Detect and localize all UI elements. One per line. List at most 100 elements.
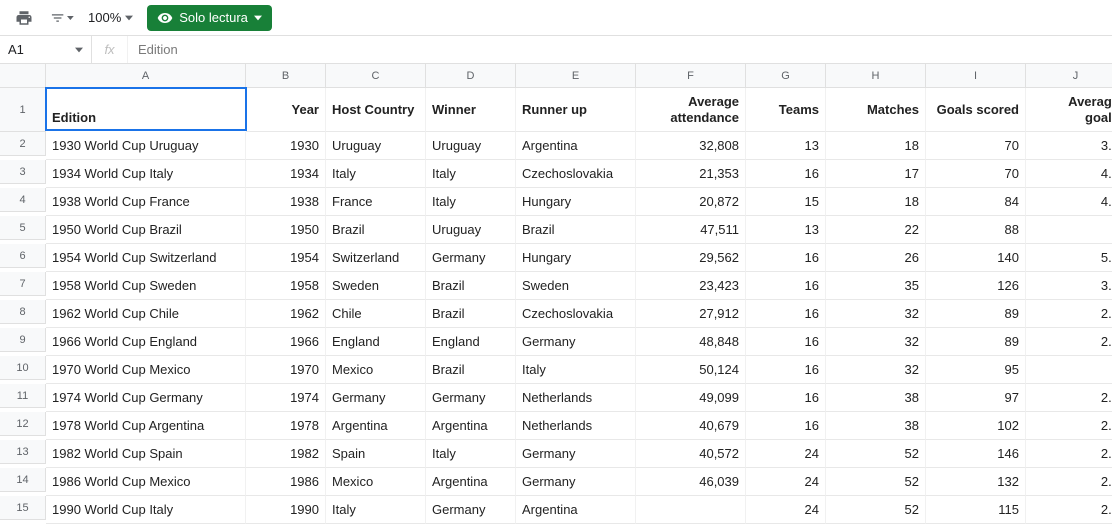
header-cell[interactable]: Host Country bbox=[326, 88, 426, 132]
cell[interactable]: Germany bbox=[516, 468, 636, 496]
cell[interactable]: 1938 bbox=[246, 188, 326, 216]
cell[interactable]: England bbox=[326, 328, 426, 356]
select-all-corner[interactable] bbox=[0, 64, 46, 88]
row-header[interactable]: 10 bbox=[0, 356, 46, 380]
column-header[interactable]: A bbox=[46, 64, 246, 88]
cell[interactable]: 50,124 bbox=[636, 356, 746, 384]
cell[interactable]: 1970 World Cup Mexico bbox=[46, 356, 246, 384]
cell[interactable]: Mexico bbox=[326, 356, 426, 384]
header-cell[interactable]: Teams bbox=[746, 88, 826, 132]
column-header[interactable]: F bbox=[636, 64, 746, 88]
cell[interactable]: Italy bbox=[426, 188, 516, 216]
cell[interactable]: Mexico bbox=[326, 468, 426, 496]
cell[interactable]: Brazil bbox=[426, 300, 516, 328]
cell[interactable]: Hungary bbox=[516, 244, 636, 272]
header-cell[interactable]: Average goals bbox=[1026, 88, 1112, 132]
cell[interactable]: 1978 bbox=[246, 412, 326, 440]
cell[interactable]: Brazil bbox=[326, 216, 426, 244]
cell[interactable]: Brazil bbox=[516, 216, 636, 244]
row-header[interactable]: 5 bbox=[0, 216, 46, 240]
cell[interactable]: 32 bbox=[826, 356, 926, 384]
cell[interactable]: England bbox=[426, 328, 516, 356]
cell[interactable]: Chile bbox=[326, 300, 426, 328]
cell[interactable]: 18 bbox=[826, 132, 926, 160]
cell[interactable]: 1954 bbox=[246, 244, 326, 272]
readonly-button[interactable]: Solo lectura bbox=[147, 5, 272, 31]
cell[interactable]: 23,423 bbox=[636, 272, 746, 300]
cell[interactable]: Italy bbox=[426, 160, 516, 188]
header-cell[interactable]: Year bbox=[246, 88, 326, 132]
row-header[interactable]: 4 bbox=[0, 188, 46, 212]
cell[interactable]: 47,511 bbox=[636, 216, 746, 244]
cell[interactable]: 1954 World Cup Switzerland bbox=[46, 244, 246, 272]
cell[interactable]: Uruguay bbox=[326, 132, 426, 160]
zoom-selector[interactable]: 100% bbox=[88, 10, 133, 25]
cell[interactable]: 3 bbox=[1026, 356, 1112, 384]
cell[interactable]: 70 bbox=[926, 160, 1026, 188]
cell[interactable]: 16 bbox=[746, 412, 826, 440]
cell[interactable]: 1966 World Cup England bbox=[46, 328, 246, 356]
cell[interactable]: 18 bbox=[826, 188, 926, 216]
cell[interactable]: 20,872 bbox=[636, 188, 746, 216]
cell[interactable]: 140 bbox=[926, 244, 1026, 272]
cell[interactable]: 13 bbox=[746, 216, 826, 244]
cell[interactable]: Brazil bbox=[426, 272, 516, 300]
cell[interactable]: 1970 bbox=[246, 356, 326, 384]
spreadsheet-grid[interactable]: ABCDEFGHIJ1EditionYearHost CountryWinner… bbox=[0, 64, 1112, 524]
cell[interactable]: 89 bbox=[926, 328, 1026, 356]
cell[interactable]: Italy bbox=[426, 440, 516, 468]
cell[interactable]: 2.5 bbox=[1026, 468, 1112, 496]
cell[interactable]: Hungary bbox=[516, 188, 636, 216]
cell[interactable]: 16 bbox=[746, 272, 826, 300]
cell[interactable]: Spain bbox=[326, 440, 426, 468]
cell[interactable]: Italy bbox=[326, 496, 426, 524]
filter-button[interactable] bbox=[50, 6, 74, 30]
cell[interactable]: Germany bbox=[516, 328, 636, 356]
cell[interactable]: Germany bbox=[326, 384, 426, 412]
cell[interactable]: Germany bbox=[516, 440, 636, 468]
row-header[interactable]: 12 bbox=[0, 412, 46, 436]
cell[interactable]: 32 bbox=[826, 300, 926, 328]
cell[interactable]: 97 bbox=[926, 384, 1026, 412]
cell[interactable]: 49,099 bbox=[636, 384, 746, 412]
row-header[interactable]: 2 bbox=[0, 132, 46, 156]
cell[interactable]: 16 bbox=[746, 300, 826, 328]
cell[interactable]: 2.8 bbox=[1026, 440, 1112, 468]
cell[interactable]: Czechoslovakia bbox=[516, 300, 636, 328]
cell[interactable]: Switzerland bbox=[326, 244, 426, 272]
cell[interactable]: Germany bbox=[426, 496, 516, 524]
cell[interactable]: 1974 bbox=[246, 384, 326, 412]
header-cell[interactable]: Runner up bbox=[516, 88, 636, 132]
cell[interactable]: 1962 World Cup Chile bbox=[46, 300, 246, 328]
cell[interactable]: 1974 World Cup Germany bbox=[46, 384, 246, 412]
header-cell[interactable]: Winner bbox=[426, 88, 516, 132]
cell[interactable]: Italy bbox=[516, 356, 636, 384]
cell[interactable]: 115 bbox=[926, 496, 1026, 524]
cell[interactable]: 4.1 bbox=[1026, 160, 1112, 188]
row-header[interactable]: 9 bbox=[0, 328, 46, 352]
cell[interactable]: 16 bbox=[746, 356, 826, 384]
column-header[interactable]: B bbox=[246, 64, 326, 88]
row-header[interactable]: 11 bbox=[0, 384, 46, 408]
row-header[interactable]: 1 bbox=[0, 88, 46, 132]
cell[interactable]: 1982 World Cup Spain bbox=[46, 440, 246, 468]
cell[interactable]: 84 bbox=[926, 188, 1026, 216]
cell[interactable]: Brazil bbox=[426, 356, 516, 384]
cell[interactable]: 40,679 bbox=[636, 412, 746, 440]
cell[interactable]: Czechoslovakia bbox=[516, 160, 636, 188]
cell[interactable]: 1962 bbox=[246, 300, 326, 328]
cell[interactable]: Uruguay bbox=[426, 132, 516, 160]
row-header[interactable]: 15 bbox=[0, 496, 46, 520]
print-button[interactable] bbox=[12, 6, 36, 30]
cell[interactable]: 1982 bbox=[246, 440, 326, 468]
column-header[interactable]: G bbox=[746, 64, 826, 88]
cell[interactable]: Italy bbox=[326, 160, 426, 188]
cell[interactable]: 27,912 bbox=[636, 300, 746, 328]
cell[interactable]: 35 bbox=[826, 272, 926, 300]
cell[interactable]: 5.4 bbox=[1026, 244, 1112, 272]
cell[interactable]: Argentina bbox=[326, 412, 426, 440]
cell[interactable]: 32,808 bbox=[636, 132, 746, 160]
cell[interactable]: Sweden bbox=[516, 272, 636, 300]
row-header[interactable]: 13 bbox=[0, 440, 46, 464]
cell[interactable]: 38 bbox=[826, 412, 926, 440]
